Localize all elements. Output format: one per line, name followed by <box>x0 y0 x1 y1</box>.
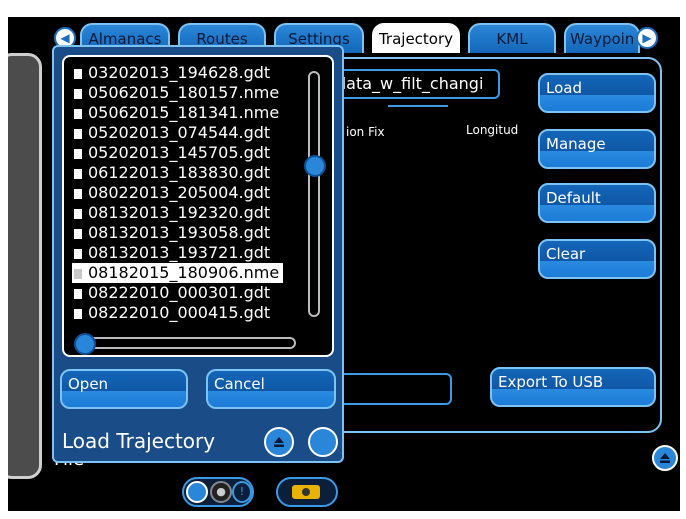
main-eject-button[interactable] <box>652 445 678 471</box>
eject-icon <box>660 453 670 463</box>
file-icon <box>74 189 82 199</box>
default-button[interactable]: Default <box>538 183 656 223</box>
list-item[interactable]: 08022013_205004.gdt <box>74 183 270 203</box>
file-icon <box>74 129 82 139</box>
manage-button[interactable]: Manage <box>538 129 656 169</box>
file-icon <box>74 69 82 79</box>
horizontal-scrollbar[interactable] <box>78 337 296 349</box>
tab-kml[interactable]: KML <box>468 23 556 53</box>
export-usb-button[interactable]: Export To USB <box>490 367 656 407</box>
screen: ◀ Almanacs Routes Settings Trajectory KM… <box>8 17 680 511</box>
clear-button[interactable]: Clear <box>538 239 656 279</box>
cancel-button[interactable]: Cancel <box>206 369 336 409</box>
dialog-title: Load Trajectory <box>62 429 216 453</box>
list-item[interactable]: 08222010_000415.gdt <box>74 303 270 323</box>
chevron-left-icon: ◀ <box>60 31 70 45</box>
load-button[interactable]: Load <box>538 73 656 113</box>
list-item[interactable]: 08132013_193058.gdt <box>74 223 270 243</box>
load-trajectory-dialog: 03202013_194628.gdt 05062015_180157.nme … <box>52 45 344 463</box>
list-item[interactable]: 08132013_192320.gdt <box>74 203 270 223</box>
file-icon <box>74 109 82 119</box>
vertical-scrollbar[interactable] <box>308 71 320 317</box>
longitude-column-header: Longitud <box>466 123 519 137</box>
file-icon <box>74 149 82 159</box>
file-icon <box>74 229 82 239</box>
status-indicators[interactable]: ● ! <box>182 477 254 507</box>
file-icon <box>74 249 82 259</box>
tab-trajectory[interactable]: Trajectory <box>372 23 460 53</box>
file-icon <box>74 209 82 219</box>
export-path-field[interactable] <box>334 373 452 405</box>
list-item[interactable]: 05202013_074544.gdt <box>74 123 270 143</box>
list-item[interactable]: 08222010_000301.gdt <box>74 283 270 303</box>
side-panel <box>8 53 42 479</box>
battery-indicator[interactable] <box>276 477 338 507</box>
lock-icon: ● <box>210 481 232 503</box>
list-item[interactable]: 06122013_183830.gdt <box>74 163 270 183</box>
vertical-scroll-thumb[interactable] <box>304 155 326 177</box>
horizontal-scroll-thumb[interactable] <box>74 333 96 355</box>
file-icon <box>74 289 82 299</box>
info-icon: ! <box>232 481 252 503</box>
filename-underline <box>388 105 448 107</box>
open-button[interactable]: Open <box>60 369 188 409</box>
fix-column-header: ion Fix <box>346 125 385 139</box>
file-icon <box>74 269 82 279</box>
tab-next-button[interactable]: ▶ <box>636 27 658 49</box>
list-item[interactable]: 05062015_181341.nme <box>74 103 279 123</box>
file-icon <box>74 89 82 99</box>
list-item[interactable]: 05062015_180157.nme <box>74 83 279 103</box>
file-icon <box>74 309 82 319</box>
filename-input[interactable]: data_w_filt_changi <box>328 69 500 99</box>
eject-icon <box>274 437 284 447</box>
status-dot-icon <box>186 481 208 503</box>
dialog-action-button[interactable] <box>308 427 338 457</box>
list-item-selected[interactable]: 08182015_180906.nme <box>72 263 284 283</box>
tab-waypoints[interactable]: Waypoin <box>564 23 640 53</box>
battery-icon <box>292 485 320 499</box>
list-item[interactable]: 08132013_193721.gdt <box>74 243 270 263</box>
file-list[interactable]: 03202013_194628.gdt 05062015_180157.nme … <box>62 55 334 357</box>
list-item[interactable]: 03202013_194628.gdt <box>74 63 270 83</box>
chevron-right-icon: ▶ <box>642 31 652 45</box>
dialog-eject-button[interactable] <box>264 427 294 457</box>
file-icon <box>74 169 82 179</box>
list-item[interactable]: 05202013_145705.gdt <box>74 143 270 163</box>
